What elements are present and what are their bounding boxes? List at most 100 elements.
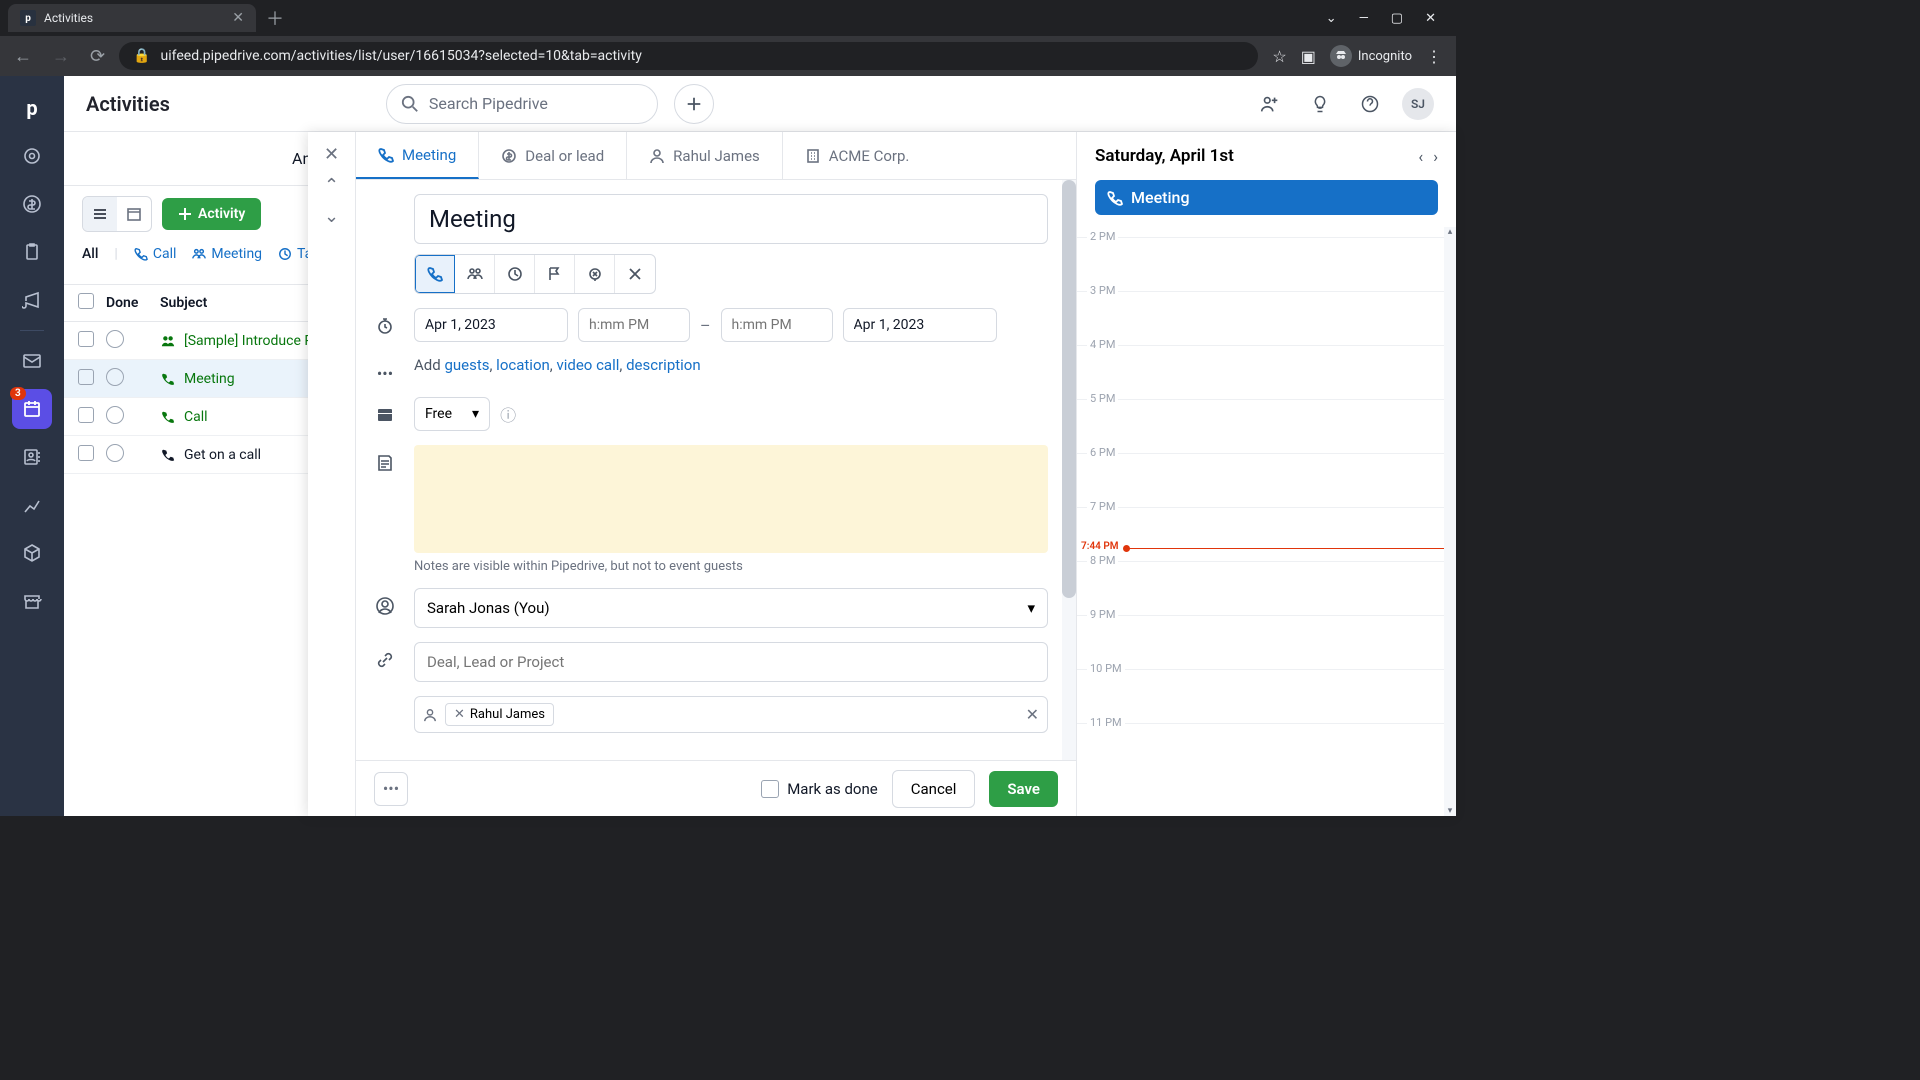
close-window-icon[interactable]: ✕ (1425, 11, 1436, 26)
filter-all[interactable]: All (82, 246, 98, 262)
select-all-checkbox[interactable] (78, 293, 94, 309)
user-avatar[interactable]: SJ (1402, 88, 1434, 120)
nav-contacts-icon[interactable] (12, 437, 52, 477)
new-tab-button[interactable]: ＋ (256, 5, 294, 31)
footer-more-button[interactable]: ••• (374, 772, 408, 806)
meeting-icon (160, 333, 176, 349)
incognito-icon (1330, 45, 1352, 67)
type-lunch-icon[interactable] (615, 255, 655, 293)
next-day-icon[interactable]: › (1433, 147, 1438, 166)
type-email-icon[interactable] (575, 255, 615, 293)
cancel-button[interactable]: Cancel (892, 770, 976, 808)
start-date-input[interactable] (414, 308, 568, 342)
list-view-button[interactable] (83, 197, 117, 231)
nav-focus-icon[interactable] (12, 136, 52, 176)
add-guests-link[interactable]: guests (444, 356, 489, 374)
type-task-icon[interactable] (495, 255, 535, 293)
maximize-icon[interactable]: ▢ (1391, 11, 1403, 26)
person-input[interactable]: ✕Rahul James ✕ (414, 696, 1048, 733)
availability-select[interactable]: Free▾ (414, 397, 490, 431)
nav-mail-icon[interactable] (12, 341, 52, 381)
help-icon[interactable] (1352, 86, 1388, 122)
browser-tab[interactable]: p Activities ✕ (8, 4, 256, 32)
modal-scrollbar[interactable] (1062, 180, 1076, 760)
owner-select[interactable]: Sarah Jonas (You)▾ (414, 588, 1048, 628)
hour-label: 8 PM (1087, 554, 1118, 567)
prev-day-icon[interactable]: ‹ (1418, 147, 1423, 166)
done-toggle[interactable] (106, 406, 124, 424)
address-bar[interactable]: 🔒 uifeed.pipedrive.com/activities/list/u… (119, 42, 1258, 70)
person-chip: ✕Rahul James (445, 703, 554, 726)
activity-title-input[interactable] (414, 194, 1048, 244)
type-call-icon[interactable] (415, 255, 455, 293)
row-subject: Get on a call (184, 447, 261, 463)
filter-call[interactable]: Call (134, 246, 177, 262)
row-checkbox[interactable] (78, 445, 94, 461)
row-checkbox[interactable] (78, 407, 94, 423)
mark-done-checkbox[interactable] (761, 780, 779, 798)
activity-modal: ✕ ⌃ ⌄ Meeting Deal or lead Rahul James A… (308, 132, 1456, 816)
clear-persons-icon[interactable]: ✕ (1026, 705, 1039, 724)
end-date-input[interactable] (843, 308, 997, 342)
type-deadline-icon[interactable] (535, 255, 575, 293)
logo-icon[interactable]: p (12, 88, 52, 128)
hour-label: 7 PM (1087, 500, 1118, 513)
star-icon[interactable]: ☆ (1272, 47, 1286, 66)
chevron-down-icon[interactable]: ⌄ (1326, 11, 1337, 26)
add-location-link[interactable]: location (496, 356, 550, 374)
nav-activities-icon[interactable]: 3 (12, 389, 52, 429)
filter-meeting[interactable]: Meeting (192, 246, 262, 262)
add-activity-button[interactable]: Activity (162, 198, 261, 230)
extensions-icon[interactable]: ▣ (1301, 47, 1316, 66)
quick-add-button[interactable] (674, 84, 714, 124)
link-icon (370, 642, 400, 670)
call-icon (160, 447, 176, 463)
prev-activity-icon[interactable]: ⌃ (324, 175, 339, 196)
calendar-view-button[interactable] (117, 197, 151, 231)
tips-icon[interactable] (1302, 86, 1338, 122)
calendar-grid[interactable]: 2 PM 3 PM 4 PM 5 PM 6 PM 7 PM 8 PM 9 PM … (1077, 227, 1456, 816)
col-done[interactable]: Done (106, 295, 160, 311)
browser-menu-icon[interactable]: ⋮ (1426, 47, 1442, 66)
activity-type-selector (414, 254, 656, 294)
add-description-link[interactable]: description (626, 356, 701, 374)
close-modal-icon[interactable]: ✕ (324, 144, 339, 165)
remove-chip-icon[interactable]: ✕ (454, 707, 465, 722)
tab-deal[interactable]: Deal or lead (479, 132, 627, 179)
notes-textarea[interactable] (414, 445, 1048, 553)
nav-products-icon[interactable] (12, 533, 52, 573)
calendar-event[interactable]: Meeting (1095, 180, 1438, 215)
tab-org[interactable]: ACME Corp. (783, 132, 932, 179)
start-time-input[interactable] (578, 308, 690, 342)
info-icon[interactable]: ⓘ (500, 402, 516, 426)
nav-deals-icon[interactable] (12, 184, 52, 224)
person-icon (423, 708, 437, 722)
end-time-input[interactable] (721, 308, 833, 342)
row-checkbox[interactable] (78, 331, 94, 347)
nav-insights-icon[interactable] (12, 485, 52, 525)
next-activity-icon[interactable]: ⌄ (324, 206, 339, 227)
back-icon[interactable]: ← (8, 42, 38, 71)
type-meeting-icon[interactable] (455, 255, 495, 293)
calendar-scrollbar[interactable]: ▴▾ (1444, 227, 1456, 816)
done-toggle[interactable] (106, 368, 124, 386)
add-video-link[interactable]: video call (556, 356, 619, 374)
tab-meeting[interactable]: Meeting (356, 132, 479, 179)
tab-person[interactable]: Rahul James (627, 132, 783, 179)
nav-marketplace-icon[interactable] (12, 581, 52, 621)
row-checkbox[interactable] (78, 369, 94, 385)
done-toggle[interactable] (106, 330, 124, 348)
search-input[interactable]: Search Pipedrive (386, 84, 658, 124)
nav-projects-icon[interactable] (12, 232, 52, 272)
done-toggle[interactable] (106, 444, 124, 462)
app-sidebar: p 3 (0, 76, 64, 816)
minimize-icon[interactable]: — (1359, 11, 1369, 26)
deal-link-input[interactable] (414, 642, 1048, 682)
save-button[interactable]: Save (989, 771, 1058, 807)
tab-close-icon[interactable]: ✕ (232, 10, 244, 26)
nav-campaigns-icon[interactable] (12, 280, 52, 320)
invite-icon[interactable] (1252, 86, 1288, 122)
row-subject: Call (184, 409, 208, 425)
more-icon: ••• (370, 356, 400, 383)
reload-icon[interactable]: ⟳ (84, 42, 111, 71)
